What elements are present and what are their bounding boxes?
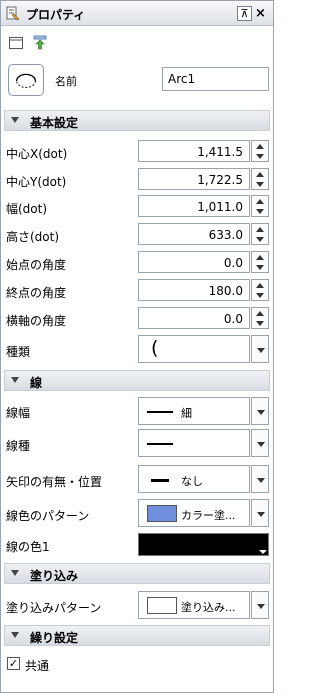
name-label: 名前 xyxy=(55,75,77,88)
section-repeat-title: 繰り設定 xyxy=(30,631,79,645)
stepper-up-icon[interactable] xyxy=(256,199,264,204)
label-axis-angle: 横軸の角度 xyxy=(6,314,67,328)
properties-icon xyxy=(6,6,20,21)
stepper-up-icon[interactable] xyxy=(256,255,264,260)
field-axis-angle[interactable]: 0.0 xyxy=(138,307,250,329)
common-checkbox[interactable]: ✓ xyxy=(7,657,20,670)
arc-kind-icon: ( xyxy=(151,337,159,359)
label-common: 共通 xyxy=(25,659,50,673)
toolbar xyxy=(1,27,273,57)
chevron-down-icon xyxy=(257,512,265,517)
stepper-down-icon[interactable] xyxy=(256,293,264,298)
stepper-width[interactable] xyxy=(251,195,269,217)
field-width[interactable]: 1,011.0 xyxy=(138,195,250,217)
chevron-down-icon xyxy=(257,604,265,609)
field-end-angle[interactable]: 180.0 xyxy=(138,279,250,301)
field-start-angle[interactable]: 0.0 xyxy=(138,251,250,273)
panel-title: プロパティ xyxy=(26,8,86,22)
label-line-width: 線幅 xyxy=(6,406,31,420)
line-color-picker[interactable] xyxy=(138,533,269,556)
section-line[interactable]: 線 xyxy=(4,370,270,391)
section-fill-title: 塗り込み xyxy=(30,569,79,583)
label-end-angle: 終点の角度 xyxy=(6,286,67,300)
stepper-center-y[interactable] xyxy=(251,168,269,190)
chevron-down-icon xyxy=(11,570,19,576)
stepper-down-icon[interactable] xyxy=(256,265,264,270)
section-fill[interactable]: 塗り込み xyxy=(4,563,270,584)
label-fill-pattern: 塗り込みパターン xyxy=(6,601,102,615)
fill-pattern-dropdown[interactable]: 塗り込み... xyxy=(138,591,250,619)
close-button[interactable]: × xyxy=(253,5,268,22)
arc-shape-icon xyxy=(8,64,44,96)
title-bar: プロパティ ⊼ × xyxy=(1,1,273,26)
stepper-up-icon[interactable] xyxy=(256,283,264,288)
stepper-up-icon[interactable] xyxy=(256,172,264,177)
line-sample-icon xyxy=(147,411,173,413)
name-input[interactable]: Arc1 xyxy=(162,67,269,91)
label-height: 高さ(dot) xyxy=(6,230,60,244)
line-width-dropdown[interactable]: 細 xyxy=(138,397,250,425)
field-center-x[interactable]: 1,411.5 xyxy=(138,140,250,162)
line-width-value: 細 xyxy=(181,407,192,420)
pin-button[interactable]: ⊼ xyxy=(237,6,252,21)
section-basic-settings[interactable]: 基本設定 xyxy=(4,110,270,131)
stepper-height[interactable] xyxy=(251,223,269,245)
stepper-down-icon[interactable] xyxy=(256,209,264,214)
line-width-dropdown-arrow[interactable] xyxy=(251,397,269,425)
stepper-center-x[interactable] xyxy=(251,140,269,162)
line-pattern-dropdown[interactable]: カラー塗... xyxy=(138,499,250,527)
chevron-down-icon xyxy=(257,410,265,415)
stepper-axis-angle[interactable] xyxy=(251,307,269,329)
fill-pattern-value: 塗り込み... xyxy=(181,601,236,614)
field-height[interactable]: 633.0 xyxy=(138,223,250,245)
section-repeat[interactable]: 繰り設定 xyxy=(4,625,270,646)
label-line-type: 線種 xyxy=(6,439,31,453)
chevron-down-icon xyxy=(257,442,265,447)
arrow-value: なし xyxy=(181,475,203,488)
stepper-start-angle[interactable] xyxy=(251,251,269,273)
stepper-up-icon[interactable] xyxy=(256,311,264,316)
window-icon[interactable] xyxy=(8,35,24,51)
label-center-y: 中心Y(dot) xyxy=(6,175,67,189)
arrow-dropdown[interactable]: なし xyxy=(138,465,250,493)
fill-pattern-dropdown-arrow[interactable] xyxy=(251,591,269,619)
stepper-down-icon[interactable] xyxy=(256,182,264,187)
line-pattern-value: カラー塗... xyxy=(181,509,236,522)
properties-panel: プロパティ ⊼ × 名前 Arc1 基本設定 中心X(dot) 1,411.5 … xyxy=(0,0,274,693)
chevron-down-icon xyxy=(11,117,19,123)
apply-down-icon[interactable] xyxy=(32,35,48,51)
chevron-down-icon xyxy=(257,478,265,483)
field-center-y[interactable]: 1,722.5 xyxy=(138,168,250,190)
label-line-pattern: 線色のパターン xyxy=(6,509,90,523)
color-swatch xyxy=(147,505,177,522)
stepper-down-icon[interactable] xyxy=(256,321,264,326)
line-pattern-dropdown-arrow[interactable] xyxy=(251,499,269,527)
line-type-sample-icon xyxy=(147,443,173,445)
chevron-down-icon xyxy=(11,632,19,638)
label-line-color: 線の色1 xyxy=(6,540,50,554)
stepper-end-angle[interactable] xyxy=(251,279,269,301)
line-type-dropdown-arrow[interactable] xyxy=(251,429,269,457)
stepper-down-icon[interactable] xyxy=(256,154,264,159)
fill-swatch xyxy=(147,597,177,614)
stepper-up-icon[interactable] xyxy=(256,227,264,232)
section-line-title: 線 xyxy=(30,376,43,390)
chevron-down-icon xyxy=(11,377,19,383)
dropdown-corner-icon xyxy=(259,550,267,554)
label-kind: 種類 xyxy=(6,345,31,359)
arrow-dropdown-arrow[interactable] xyxy=(251,465,269,493)
stepper-down-icon[interactable] xyxy=(256,237,264,242)
label-start-angle: 始点の角度 xyxy=(6,258,67,272)
label-center-x: 中心X(dot) xyxy=(6,147,68,161)
line-type-dropdown[interactable] xyxy=(138,429,250,457)
arrow-sample-icon xyxy=(151,479,169,482)
section-basic-title: 基本設定 xyxy=(30,116,79,130)
kind-dropdown[interactable]: ( xyxy=(138,335,250,363)
kind-dropdown-arrow[interactable] xyxy=(251,335,269,363)
label-width: 幅(dot) xyxy=(6,202,48,216)
label-arrow: 矢印の有無・位置 xyxy=(6,475,103,489)
chevron-down-icon xyxy=(257,348,265,353)
stepper-up-icon[interactable] xyxy=(256,144,264,149)
